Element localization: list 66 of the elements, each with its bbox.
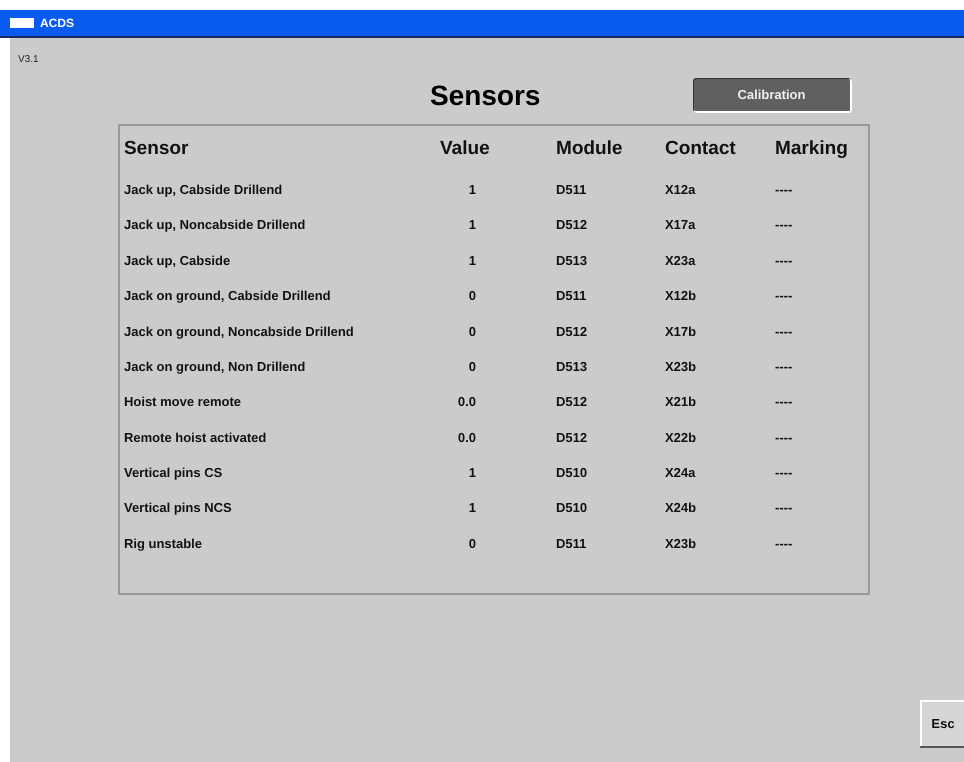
table-cell-text: X21b xyxy=(665,393,696,412)
table-cell-text: 1 xyxy=(468,180,476,199)
table-cell-text: 0.0 xyxy=(458,393,476,412)
table-cell-text: ---- xyxy=(775,252,792,270)
table-cell-text: 1 xyxy=(468,499,476,518)
table-cell-text: ---- xyxy=(775,180,792,199)
table-cell-text: Hoist move remote xyxy=(124,393,242,412)
table-cell-text: ---- xyxy=(775,428,792,447)
table-cell-text: D510 xyxy=(556,464,588,482)
table-cell-text: X24a xyxy=(665,464,696,482)
version-label: V3.1 xyxy=(18,53,39,67)
table-cell-text: D513 xyxy=(556,358,588,376)
table-cell-text: ---- xyxy=(775,358,792,376)
table-cell-text: Vertical pins CS xyxy=(124,464,222,482)
column-header: Sensor xyxy=(124,136,190,161)
table-cell-text: D511 xyxy=(556,180,586,199)
table-cell-text: Vertical pins NCS xyxy=(124,499,232,518)
table-cell-text: X12b xyxy=(665,287,696,306)
table-cell-text: 0 xyxy=(468,358,476,376)
table-cell-text: Remote hoist activated xyxy=(124,428,266,447)
column-header: Value xyxy=(440,136,491,161)
table-cell-text: ---- xyxy=(775,393,792,412)
table-cell-text: ---- xyxy=(775,322,792,340)
table-cell-text: 0 xyxy=(468,534,476,553)
table-cell-text: D513 xyxy=(556,252,588,270)
table-cell-text: 1 xyxy=(468,464,476,482)
column-header: Marking xyxy=(775,136,849,161)
table-cell-text: Rig unstable xyxy=(124,534,202,553)
table-cell-text: D512 xyxy=(556,322,588,340)
table-cell-text: X23a xyxy=(665,252,696,270)
page-heading: Sensors xyxy=(430,82,540,110)
table-cell-text: D511 xyxy=(556,534,586,553)
table-cell-text: ---- xyxy=(775,464,792,482)
table-cell-text: X23b xyxy=(665,358,696,376)
table-cell-text: X12a xyxy=(665,180,696,199)
table-cell-text: ---- xyxy=(775,499,792,518)
window-title: ACDS xyxy=(40,15,74,32)
table-cell-text: 1 xyxy=(468,252,476,270)
column-header: Contact xyxy=(665,136,737,161)
table-cell-text: ---- xyxy=(775,216,792,234)
table-cell-text: Jack up, Cabside xyxy=(124,252,230,270)
table-cell-text: ---- xyxy=(775,287,792,306)
window-icon xyxy=(10,18,34,28)
table-cell-text: D512 xyxy=(556,393,588,412)
table-cell-text: D510 xyxy=(556,499,588,518)
table-cell-text: D512 xyxy=(556,428,588,447)
table-cell-text: Jack on ground, Noncabside Drillend xyxy=(124,322,354,341)
table-cell-text: X17a xyxy=(665,216,696,234)
table-cell-text: X22b xyxy=(665,428,696,447)
table-cell-text: Jack on ground, Non Drillend xyxy=(124,358,306,376)
table-cell-text: Jack up, Cabside Drillend xyxy=(124,180,282,199)
table-cell-text: 1 xyxy=(468,216,476,234)
table-cell-text: 0.0 xyxy=(458,428,476,447)
table-cell-text: X23b xyxy=(665,534,696,553)
table-cell-text: Jack up, Noncabside Drillend xyxy=(124,216,306,234)
table-cell-text: X17b xyxy=(665,322,696,340)
calibration-button[interactable]: Calibration xyxy=(694,79,852,113)
table-cell-text: X24b xyxy=(665,499,696,518)
esc-button[interactable]: Esc xyxy=(920,700,964,746)
table-cell-text: D512 xyxy=(556,216,588,234)
table-cell-text: D511 xyxy=(556,287,586,306)
table-cell-text: ---- xyxy=(775,534,792,553)
table-cell-text: 0 xyxy=(468,287,476,306)
table-cell-text: Jack on ground, Cabside Drillend xyxy=(124,287,331,306)
column-header: Module xyxy=(556,136,624,161)
table-cell-text: 0 xyxy=(468,322,476,340)
